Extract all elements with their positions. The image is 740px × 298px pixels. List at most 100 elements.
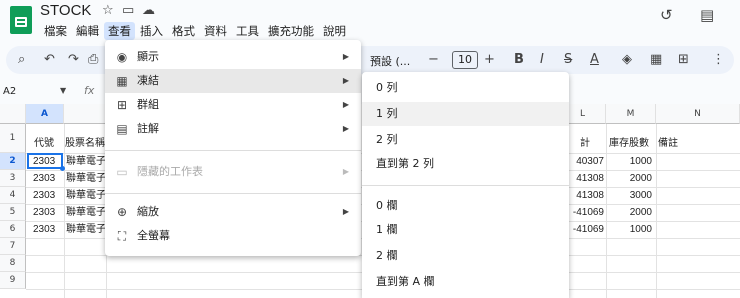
cell-a6[interactable]: 2303 [33,222,55,238]
redo-icon[interactable]: ↷ [68,52,79,67]
italic-icon[interactable]: I [540,52,544,67]
star-icon[interactable]: ☆ [102,3,114,18]
select-all-corner[interactable] [0,104,26,124]
cell-l1[interactable]: 計 [580,136,590,152]
fullscreen-icon: ⛶ [117,229,127,243]
menu-item-show[interactable]: ◉ 顯示 ▶ [105,45,361,69]
freeze-up-to-col[interactable]: 直到第 A 欄 [362,270,569,294]
menu-extensions[interactable]: 擴充功能 [264,22,318,40]
row-header-6[interactable]: 6 [0,221,26,238]
row-header-5[interactable]: 5 [0,204,26,221]
menu-item-zoom[interactable]: ⊕ 縮放 ▶ [105,200,361,224]
column-header-b[interactable] [64,104,106,124]
chevron-right-icon: ▶ [342,52,349,61]
row-header-2[interactable]: 2 [0,153,26,170]
menu-edit[interactable]: 編輯 [72,22,103,40]
row-header-9[interactable]: 9 [0,272,26,289]
menu-item-comments[interactable]: ▤ 註解 ▶ [105,117,361,141]
freeze-submenu: 0 列 1 列 2 列 直到第 2 列 0 欄 1 欄 2 欄 直到第 A 欄 [362,72,569,298]
cell-m3[interactable]: 2000 [606,171,652,187]
cell-a3[interactable]: 2303 [33,171,55,187]
freeze-0-rows[interactable]: 0 列 [362,76,569,100]
freeze-up-to-row[interactable]: 直到第 2 列 [362,152,569,176]
cell-a1[interactable]: 代號 [34,136,54,152]
cell-m6[interactable]: 1000 [606,222,652,238]
column-header-n[interactable]: N [656,104,740,124]
zoom-icon: ⊕ [116,205,128,219]
fx-icon: fx [84,84,95,97]
cell-m1[interactable]: 庫存股數 [609,136,649,152]
cell-b3[interactable]: 聯華電子 [66,171,106,187]
menu-file[interactable]: 檔案 [40,22,71,40]
menu-tools[interactable]: 工具 [232,22,263,40]
cell-a5[interactable]: 2303 [33,205,55,221]
freeze-1-row[interactable]: 1 列 [362,102,569,126]
chevron-right-icon: ▶ [342,167,349,176]
chevron-right-icon: ▶ [342,207,349,216]
borders-icon[interactable]: ▦ [650,52,662,67]
cloud-icon[interactable]: ☁ [142,3,155,18]
menu-insert[interactable]: 插入 [136,22,167,40]
chevron-down-icon[interactable]: ▼ [60,86,66,95]
comments-icon[interactable]: ▤ [700,6,714,24]
cell-b4[interactable]: 聯華電子 [66,188,106,204]
cell-m2[interactable]: 1000 [606,154,652,170]
view-menu: ◉ 顯示 ▶ ▦ 凍結 ▶ ⊞ 群組 ▶ ▤ 註解 ▶ ▭ 隱藏的工作表 ▶ ⊕… [105,40,361,256]
freeze-0-cols[interactable]: 0 欄 [362,194,569,218]
column-header-m[interactable]: M [606,104,656,124]
font-select[interactable]: 預設 (... [370,53,410,69]
comment-icon: ▤ [116,122,128,136]
sheets-logo[interactable] [10,6,32,34]
cell-b6[interactable]: 聯華電子 [66,222,106,238]
print-icon[interactable]: ⎙ [88,52,98,67]
cell-a4[interactable]: 2303 [33,188,55,204]
row-header-7[interactable]: 7 [0,238,26,255]
row-header-8[interactable]: 8 [0,255,26,272]
freeze-icon: ▦ [116,74,128,88]
text-color-icon[interactable]: A [590,52,599,67]
menu-item-hidden-sheets: ▭ 隱藏的工作表 ▶ [105,160,361,184]
menu-data[interactable]: 資料 [200,22,231,40]
strikethrough-icon[interactable]: S [564,52,572,67]
menu-item-fullscreen[interactable]: ⛶ 全螢幕 [105,224,361,248]
cell-n1[interactable]: 備註 [658,136,678,152]
history-icon[interactable]: ↺ [660,6,673,24]
bold-icon[interactable]: B [514,52,524,67]
cell-b1[interactable]: 股票名稱 [65,136,105,152]
merge-cells-icon[interactable]: ⊞ [678,52,689,67]
more-icon[interactable]: ⋮ [712,52,725,67]
font-size-input[interactable]: 10 [452,51,478,69]
menu-bar: 檔案 編輯 查看 插入 格式 資料 工具 擴充功能 說明 [40,22,351,40]
row-header-3[interactable]: 3 [0,170,26,187]
menu-item-freeze[interactable]: ▦ 凍結 ▶ [105,69,361,93]
fill-handle[interactable] [60,166,65,171]
menu-help[interactable]: 說明 [319,22,350,40]
increase-font-size-icon[interactable]: + [484,52,495,67]
menu-view[interactable]: 查看 [104,22,135,40]
undo-icon[interactable]: ↶ [44,52,55,67]
chevron-right-icon: ▶ [342,76,349,85]
row-header-1[interactable]: 1 [0,124,26,153]
menu-item-group[interactable]: ⊞ 群組 ▶ [105,93,361,117]
menu-separator [362,185,569,186]
cell-b2[interactable]: 聯華電子 [66,154,106,170]
menu-format[interactable]: 格式 [168,22,199,40]
freeze-1-col[interactable]: 1 欄 [362,218,569,242]
cell-m5[interactable]: 2000 [606,205,652,221]
selected-cell-outline [27,153,63,169]
fill-color-icon[interactable]: ◈ [622,52,632,67]
eye-icon: ◉ [116,50,128,64]
folder-icon[interactable]: ▭ [122,3,134,18]
chevron-right-icon: ▶ [342,124,349,133]
cell-m4[interactable]: 3000 [606,188,652,204]
freeze-2-cols[interactable]: 2 欄 [362,244,569,268]
row-header-4[interactable]: 4 [0,187,26,204]
document-title[interactable]: STOCK [40,2,91,19]
freeze-2-rows[interactable]: 2 列 [362,128,569,152]
group-icon: ⊞ [116,98,128,112]
column-header-a[interactable]: A [26,104,64,124]
search-icon[interactable]: ⌕ [18,52,25,67]
menu-separator [105,193,361,194]
cell-b5[interactable]: 聯華電子 [66,205,106,221]
decrease-font-size-icon[interactable]: − [428,52,439,67]
